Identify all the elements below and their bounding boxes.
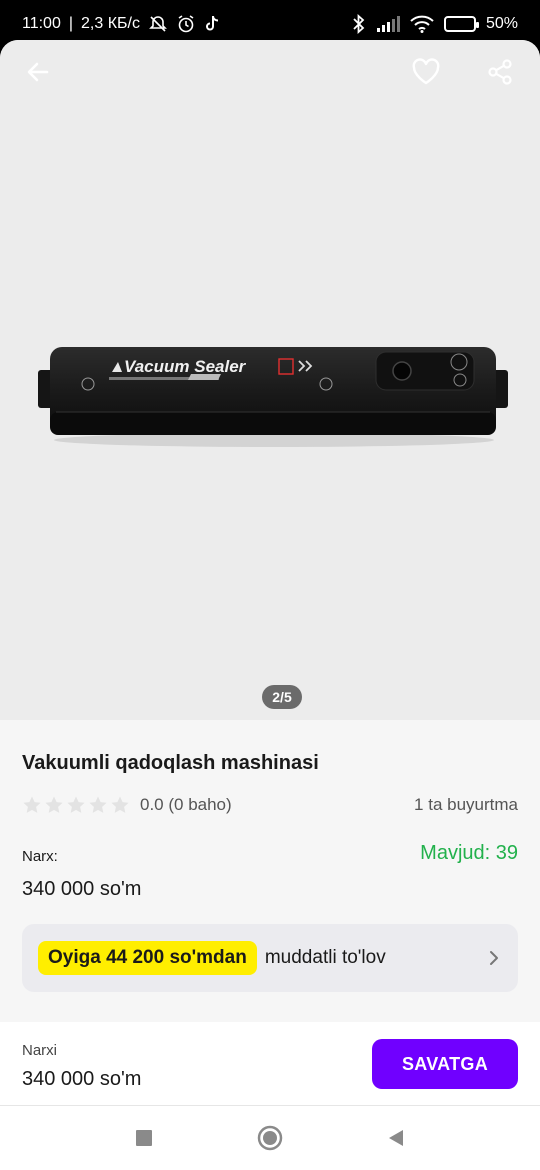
installment-banner[interactable]: Oyiga 44 200 so'mdan muddatli to'lov (22, 924, 518, 992)
wifi-icon (410, 15, 434, 33)
stock-count: Mavjud: 39 (420, 842, 518, 864)
star-icon (45, 796, 63, 813)
product-title: Vakuumli qadoqlash mashinasi (22, 752, 319, 774)
system-nav-bar (0, 1106, 540, 1170)
star-icon (89, 796, 107, 813)
chevron-right-icon (488, 948, 502, 968)
rating-row: 0.0 (0 baho) 1 ta buyurtma (22, 792, 518, 818)
rating-text[interactable]: 0.0 (0 baho) (140, 795, 232, 815)
favorite-button[interactable] (408, 54, 444, 90)
image-gallery[interactable]: Vacuum Sealer 2/5 (0, 40, 540, 720)
status-left: 11:00 | 2,3 КБ/с (22, 14, 220, 34)
product-info: Vakuumli qadoqlash mashinasi 0.0 (0 baho… (0, 720, 540, 1022)
product-image-brand: Vacuum Sealer (124, 357, 247, 376)
alarm-icon (176, 14, 196, 34)
back-button[interactable] (20, 54, 56, 90)
home-button[interactable] (255, 1123, 285, 1153)
installment-badge: Oyiga 44 200 so'mdan (38, 941, 257, 975)
back-arrow-icon (27, 62, 49, 82)
star-icon (23, 796, 41, 813)
battery-percent: 50% (485, 15, 518, 32)
status-separator: | (68, 15, 74, 32)
triangle-back-icon (389, 1130, 403, 1146)
price-value: 340 000 so'm (22, 878, 142, 900)
price-label: Narx: (22, 848, 58, 865)
recents-button[interactable] (129, 1123, 159, 1153)
mute-icon (148, 14, 168, 34)
signal-icon (376, 15, 400, 33)
battery-icon (443, 16, 479, 32)
product-page: Vacuum Sealer 2/5 Vakuumli qadoqlash mas… (0, 40, 540, 1170)
share-button[interactable] (482, 54, 518, 90)
cart-price: 340 000 so'm (22, 1068, 142, 1090)
star-icon (67, 796, 85, 813)
home-circle-icon (257, 1125, 283, 1151)
cart-price-label: Narxi (22, 1042, 58, 1059)
status-time: 11:00 (22, 15, 61, 32)
network-speed: 2,3 КБ/с (81, 15, 140, 32)
square-icon (136, 1130, 152, 1146)
product-image[interactable]: Vacuum Sealer (36, 340, 512, 450)
orders-count: 1 ta buyurtma (414, 795, 518, 814)
back-nav-button[interactable] (381, 1123, 411, 1153)
heart-icon (412, 58, 440, 85)
status-right: 50% (352, 14, 518, 34)
rating-stars[interactable] (22, 795, 130, 815)
star-icon (111, 796, 129, 813)
tiktok-icon (204, 15, 220, 33)
installment-text: muddatli to'lov (264, 947, 386, 968)
cart-bar: Narxi 340 000 so'm SAVATGA (0, 1022, 540, 1106)
share-icon (488, 59, 512, 85)
image-page-indicator: 2/5 (262, 685, 302, 709)
add-to-cart-button[interactable]: SAVATGA (372, 1039, 518, 1089)
bluetooth-icon (352, 14, 366, 34)
